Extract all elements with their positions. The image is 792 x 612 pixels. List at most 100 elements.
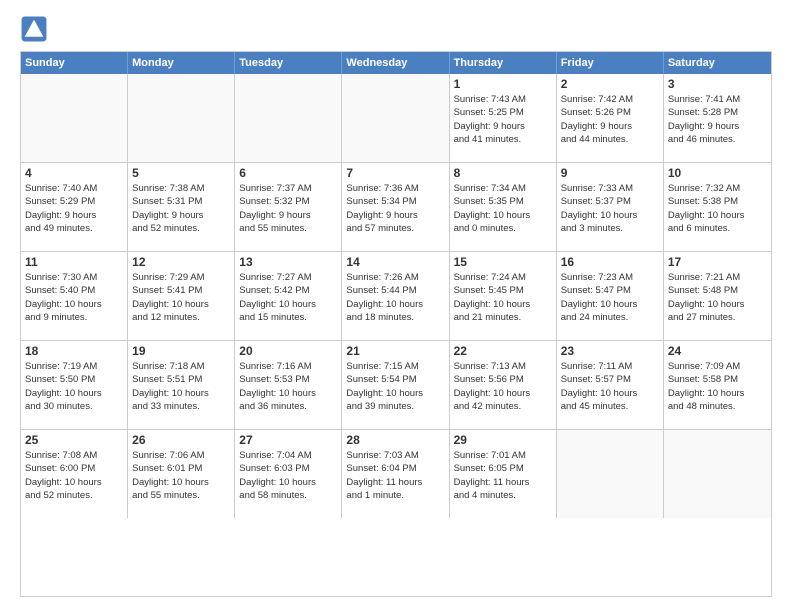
day-number: 15 <box>454 255 552 269</box>
weekday-header: Saturday <box>664 52 771 74</box>
calendar-cell: 13 Sunrise: 7:27 AM Sunset: 5:42 PM Dayli… <box>235 252 342 340</box>
day-info: Sunrise: 7:03 AM Sunset: 6:04 PM Dayligh… <box>346 449 444 502</box>
calendar-cell <box>235 74 342 162</box>
calendar-cell: 21 Sunrise: 7:15 AM Sunset: 5:54 PM Dayli… <box>342 341 449 429</box>
calendar-cell: 25 Sunrise: 7:08 AM Sunset: 6:00 PM Dayli… <box>21 430 128 518</box>
calendar-cell: 17 Sunrise: 7:21 AM Sunset: 5:48 PM Dayli… <box>664 252 771 340</box>
calendar-cell: 10 Sunrise: 7:32 AM Sunset: 5:38 PM Dayli… <box>664 163 771 251</box>
logo-icon <box>20 15 48 43</box>
calendar-cell <box>557 430 664 518</box>
calendar-cell: 4 Sunrise: 7:40 AM Sunset: 5:29 PM Daylig… <box>21 163 128 251</box>
day-info: Sunrise: 7:19 AM Sunset: 5:50 PM Dayligh… <box>25 360 123 413</box>
calendar-cell: 6 Sunrise: 7:37 AM Sunset: 5:32 PM Daylig… <box>235 163 342 251</box>
calendar-row: 4 Sunrise: 7:40 AM Sunset: 5:29 PM Daylig… <box>21 163 771 252</box>
day-info: Sunrise: 7:04 AM Sunset: 6:03 PM Dayligh… <box>239 449 337 502</box>
calendar-cell: 11Sunrise: 7:30 AM Sunset: 5:40 PM Dayli… <box>21 252 128 340</box>
calendar-cell: 9 Sunrise: 7:33 AM Sunset: 5:37 PM Daylig… <box>557 163 664 251</box>
day-number: 1 <box>454 77 552 91</box>
day-number: 2 <box>561 77 659 91</box>
day-number: 3 <box>668 77 767 91</box>
day-number: 11 <box>25 255 123 269</box>
day-info: Sunrise: 7:23 AM Sunset: 5:47 PM Dayligh… <box>561 271 659 324</box>
day-number: 16 <box>561 255 659 269</box>
day-number: 23 <box>561 344 659 358</box>
calendar-cell: 27 Sunrise: 7:04 AM Sunset: 6:03 PM Dayli… <box>235 430 342 518</box>
day-info: Sunrise: 7:33 AM Sunset: 5:37 PM Dayligh… <box>561 182 659 235</box>
calendar-cell: 14Sunrise: 7:26 AM Sunset: 5:44 PM Dayli… <box>342 252 449 340</box>
day-info: Sunrise: 7:09 AM Sunset: 5:58 PM Dayligh… <box>668 360 767 413</box>
calendar-cell <box>128 74 235 162</box>
day-number: 8 <box>454 166 552 180</box>
calendar-cell: 24 Sunrise: 7:09 AM Sunset: 5:58 PM Dayli… <box>664 341 771 429</box>
weekday-header: Monday <box>128 52 235 74</box>
day-number: 14 <box>346 255 444 269</box>
logo <box>20 15 52 43</box>
calendar-cell: 22 Sunrise: 7:13 AM Sunset: 5:56 PM Dayli… <box>450 341 557 429</box>
day-info: Sunrise: 7:32 AM Sunset: 5:38 PM Dayligh… <box>668 182 767 235</box>
calendar-cell: 15 Sunrise: 7:24 AM Sunset: 5:45 PM Dayli… <box>450 252 557 340</box>
day-info: Sunrise: 7:15 AM Sunset: 5:54 PM Dayligh… <box>346 360 444 413</box>
calendar-body: 1 Sunrise: 7:43 AM Sunset: 5:25 PM Daylig… <box>21 74 771 518</box>
day-number: 6 <box>239 166 337 180</box>
calendar-cell: 2 Sunrise: 7:42 AM Sunset: 5:26 PM Daylig… <box>557 74 664 162</box>
calendar-cell <box>342 74 449 162</box>
calendar-row: 25 Sunrise: 7:08 AM Sunset: 6:00 PM Dayli… <box>21 430 771 518</box>
day-number: 28 <box>346 433 444 447</box>
calendar-cell: 16 Sunrise: 7:23 AM Sunset: 5:47 PM Dayli… <box>557 252 664 340</box>
day-info: Sunrise: 7:13 AM Sunset: 5:56 PM Dayligh… <box>454 360 552 413</box>
day-number: 18 <box>25 344 123 358</box>
day-info: Sunrise: 7:40 AM Sunset: 5:29 PM Dayligh… <box>25 182 123 235</box>
day-info: Sunrise: 7:36 AM Sunset: 5:34 PM Dayligh… <box>346 182 444 235</box>
day-number: 5 <box>132 166 230 180</box>
day-number: 27 <box>239 433 337 447</box>
day-info: Sunrise: 7:38 AM Sunset: 5:31 PM Dayligh… <box>132 182 230 235</box>
day-number: 22 <box>454 344 552 358</box>
page: SundayMondayTuesdayWednesdayThursdayFrid… <box>0 0 792 612</box>
day-number: 9 <box>561 166 659 180</box>
calendar-cell: 19 Sunrise: 7:18 AM Sunset: 5:51 PM Dayli… <box>128 341 235 429</box>
day-number: 7 <box>346 166 444 180</box>
day-number: 24 <box>668 344 767 358</box>
day-number: 12 <box>132 255 230 269</box>
day-info: Sunrise: 7:08 AM Sunset: 6:00 PM Dayligh… <box>25 449 123 502</box>
day-number: 21 <box>346 344 444 358</box>
calendar-cell: 7 Sunrise: 7:36 AM Sunset: 5:34 PM Daylig… <box>342 163 449 251</box>
calendar-cell: 20 Sunrise: 7:16 AM Sunset: 5:53 PM Dayli… <box>235 341 342 429</box>
calendar-cell <box>21 74 128 162</box>
calendar-row: 1 Sunrise: 7:43 AM Sunset: 5:25 PM Daylig… <box>21 74 771 163</box>
day-number: 4 <box>25 166 123 180</box>
day-info: Sunrise: 7:34 AM Sunset: 5:35 PM Dayligh… <box>454 182 552 235</box>
day-info: Sunrise: 7:16 AM Sunset: 5:53 PM Dayligh… <box>239 360 337 413</box>
weekday-header: Sunday <box>21 52 128 74</box>
day-number: 10 <box>668 166 767 180</box>
calendar-cell: 18 Sunrise: 7:19 AM Sunset: 5:50 PM Dayli… <box>21 341 128 429</box>
day-number: 20 <box>239 344 337 358</box>
day-number: 19 <box>132 344 230 358</box>
weekday-header: Wednesday <box>342 52 449 74</box>
weekday-header: Friday <box>557 52 664 74</box>
calendar-cell <box>664 430 771 518</box>
calendar-cell: 23Sunrise: 7:11 AM Sunset: 5:57 PM Dayli… <box>557 341 664 429</box>
calendar-cell: 28 Sunrise: 7:03 AM Sunset: 6:04 PM Dayli… <box>342 430 449 518</box>
day-number: 17 <box>668 255 767 269</box>
calendar-cell: 3 Sunrise: 7:41 AM Sunset: 5:28 PM Daylig… <box>664 74 771 162</box>
day-info: Sunrise: 7:43 AM Sunset: 5:25 PM Dayligh… <box>454 93 552 146</box>
day-info: Sunrise: 7:18 AM Sunset: 5:51 PM Dayligh… <box>132 360 230 413</box>
day-number: 13 <box>239 255 337 269</box>
day-number: 25 <box>25 433 123 447</box>
day-info: Sunrise: 7:41 AM Sunset: 5:28 PM Dayligh… <box>668 93 767 146</box>
calendar-cell: 5 Sunrise: 7:38 AM Sunset: 5:31 PM Daylig… <box>128 163 235 251</box>
day-info: Sunrise: 7:37 AM Sunset: 5:32 PM Dayligh… <box>239 182 337 235</box>
calendar-cell: 29Sunrise: 7:01 AM Sunset: 6:05 PM Dayli… <box>450 430 557 518</box>
day-info: Sunrise: 7:21 AM Sunset: 5:48 PM Dayligh… <box>668 271 767 324</box>
day-info: Sunrise: 7:29 AM Sunset: 5:41 PM Dayligh… <box>132 271 230 324</box>
day-number: 26 <box>132 433 230 447</box>
day-info: Sunrise: 7:27 AM Sunset: 5:42 PM Dayligh… <box>239 271 337 324</box>
calendar-cell: 8 Sunrise: 7:34 AM Sunset: 5:35 PM Daylig… <box>450 163 557 251</box>
day-info: Sunrise: 7:24 AM Sunset: 5:45 PM Dayligh… <box>454 271 552 324</box>
calendar-header: SundayMondayTuesdayWednesdayThursdayFrid… <box>21 52 771 74</box>
day-info: Sunrise: 7:42 AM Sunset: 5:26 PM Dayligh… <box>561 93 659 146</box>
calendar-row: 11Sunrise: 7:30 AM Sunset: 5:40 PM Dayli… <box>21 252 771 341</box>
weekday-header: Tuesday <box>235 52 342 74</box>
day-number: 29 <box>454 433 552 447</box>
